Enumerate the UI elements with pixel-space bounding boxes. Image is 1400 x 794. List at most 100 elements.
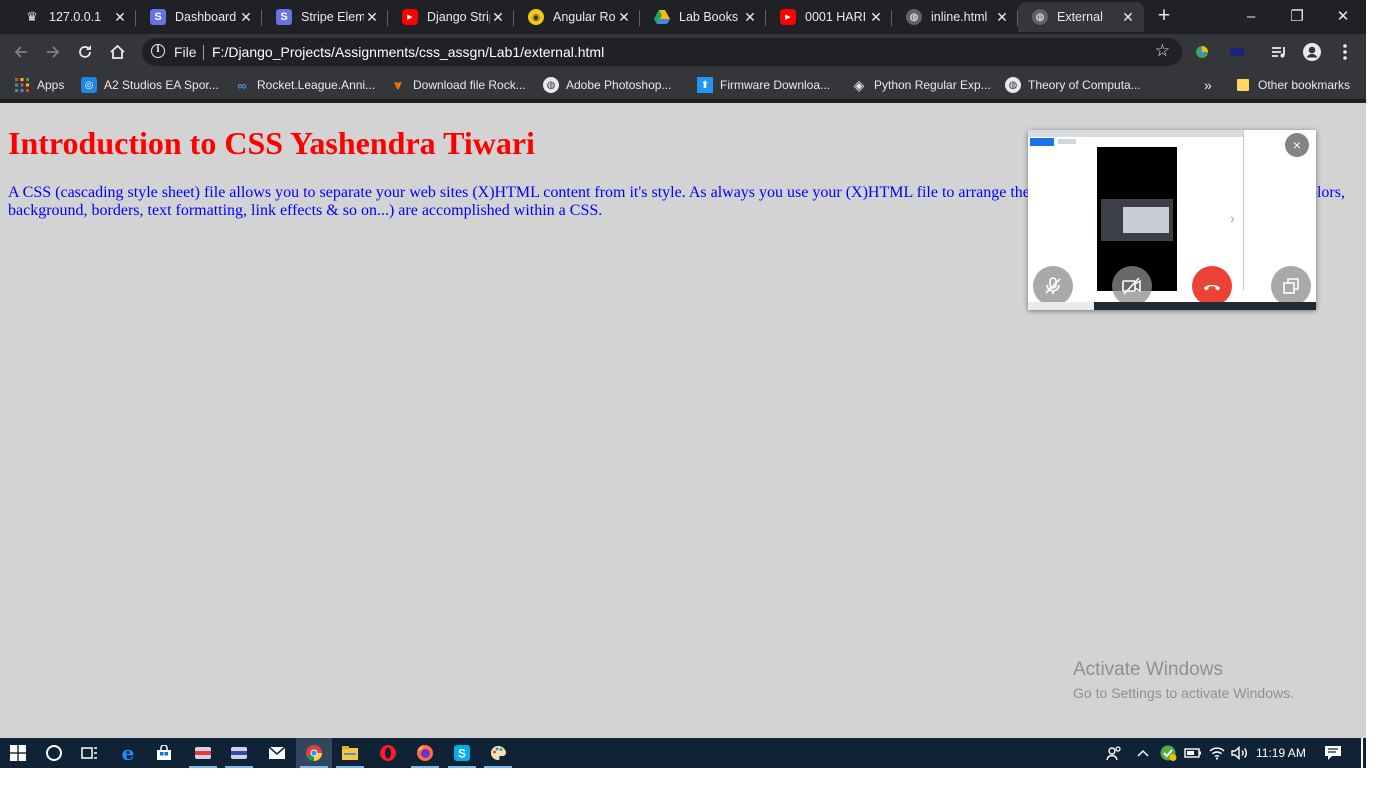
- skype-icon[interactable]: S: [444, 738, 480, 768]
- browser-window: ♛ 127.0.0.1 ✕ S Dashboard ✕ S Stripe Ele…: [0, 0, 1366, 103]
- tab-close-icon[interactable]: ✕: [616, 9, 632, 25]
- menu-kebab-icon[interactable]: [1333, 40, 1357, 64]
- tab-close-icon[interactable]: ✕: [994, 9, 1010, 25]
- bookmark-adobe-photoshop[interactable]: ◍ Adobe Photoshop...: [543, 76, 671, 94]
- address-url[interactable]: F:/Django_Projects/Assignments/css_assgn…: [212, 44, 604, 60]
- tab-close-icon[interactable]: ✕: [742, 9, 758, 25]
- apps-grid-icon: [14, 77, 30, 93]
- app-icon[interactable]: [185, 738, 221, 768]
- tab-lab-books[interactable]: Lab Books - ✕: [640, 2, 766, 32]
- tab-title: 0001 HARI: [805, 10, 867, 24]
- minimize-button[interactable]: –: [1228, 0, 1274, 32]
- globe-icon: ◍: [1032, 9, 1048, 25]
- tab-close-icon[interactable]: ✕: [1120, 9, 1136, 25]
- info-icon[interactable]: i: [151, 44, 165, 58]
- bookmarks-bar: Apps ◎ A2 Studios EA Spor... ∞ Rocket.Le…: [0, 70, 1366, 100]
- show-hidden-icons-chevron-up-icon[interactable]: [1133, 738, 1153, 768]
- globe-icon: ◍: [1005, 77, 1021, 93]
- taskbar-clock[interactable]: 11:19 AM: [1256, 746, 1306, 760]
- tab-external[interactable]: ◍ External ✕: [1018, 2, 1144, 32]
- tab-stripe-elements[interactable]: S Stripe Elem ✕: [262, 2, 388, 32]
- tab-title: External: [1057, 10, 1103, 24]
- close-call-window-button[interactable]: ×: [1285, 133, 1309, 157]
- cortana-icon[interactable]: [36, 738, 72, 768]
- bookmark-label: Download file Rock...: [413, 78, 526, 92]
- camera-off-icon: [1122, 277, 1141, 295]
- store-icon[interactable]: [146, 738, 182, 768]
- task-view-icon[interactable]: [72, 738, 108, 768]
- page-title: Introduction to CSS Yashendra Tiwari: [8, 125, 535, 161]
- bookmark-theory-of-computation[interactable]: ◍ Theory of Computa...: [1005, 76, 1141, 94]
- tab-0001-hari[interactable]: ▶ 0001 HARI ✕: [766, 2, 892, 32]
- tab-close-icon[interactable]: ✕: [238, 9, 254, 25]
- bookmark-rocket-league[interactable]: ∞ Rocket.League.Anni...: [234, 76, 375, 94]
- tab-close-icon[interactable]: ✕: [364, 9, 380, 25]
- tab-title: 127.0.0.1: [49, 10, 102, 24]
- reload-icon[interactable]: [72, 39, 98, 65]
- bookmark-a2-studios[interactable]: ◎ A2 Studios EA Spor...: [81, 76, 219, 94]
- bookmarks-overflow-button[interactable]: »: [1204, 76, 1212, 94]
- youtube-icon: ▶: [402, 9, 418, 25]
- browser-toolbar: i File F:/Django_Projects/Assignments/cs…: [0, 34, 1366, 70]
- new-tab-button[interactable]: +: [1153, 5, 1175, 28]
- hang-up-button[interactable]: [1192, 266, 1232, 306]
- address-bar[interactable]: i File F:/Django_Projects/Assignments/cs…: [142, 38, 1182, 66]
- start-icon[interactable]: [0, 738, 36, 768]
- tab-title: Django Strip: [427, 10, 490, 24]
- tab-127-0-0-1[interactable]: ♛ 127.0.0.1 ✕: [10, 2, 136, 32]
- action-center-icon[interactable]: [1322, 738, 1344, 768]
- mail-icon[interactable]: [259, 738, 295, 768]
- popout-icon: [1283, 278, 1299, 294]
- security-shield-icon[interactable]: [1157, 738, 1179, 768]
- tab-close-icon[interactable]: ✕: [490, 9, 506, 25]
- bookmark-apps[interactable]: Apps: [14, 76, 64, 94]
- media-controls-icon[interactable]: [1267, 40, 1291, 64]
- close-window-button[interactable]: ✕: [1320, 0, 1366, 32]
- tab-dashboard[interactable]: S Dashboard ✕: [136, 2, 262, 32]
- app-icon[interactable]: [221, 738, 257, 768]
- tab-close-icon[interactable]: ✕: [112, 9, 128, 25]
- profile-avatar-icon[interactable]: [1300, 40, 1324, 64]
- tab-title: inline.html: [931, 10, 988, 24]
- globe-icon: ◍: [906, 9, 922, 25]
- tab-inline-html[interactable]: ◍ inline.html ✕: [892, 2, 1018, 32]
- chevron-right-icon: ›: [1230, 210, 1235, 226]
- file-explorer-icon[interactable]: [332, 738, 368, 768]
- camera-off-button[interactable]: [1112, 266, 1152, 306]
- tab-title: Lab Books -: [679, 10, 742, 24]
- tab-angular-routing[interactable]: ◉ Angular Ro ✕: [514, 2, 640, 32]
- tab-close-icon[interactable]: ✕: [868, 9, 884, 25]
- bookmark-python-regex[interactable]: ◈ Python Regular Exp...: [851, 76, 991, 94]
- bookmark-label: Firmware Downloa...: [720, 78, 831, 92]
- popout-button[interactable]: [1271, 266, 1311, 306]
- chrome-icon[interactable]: [296, 738, 332, 768]
- edge-icon[interactable]: e: [110, 738, 146, 768]
- bookmark-firmware-download[interactable]: ⬆ Firmware Downloa...: [697, 76, 830, 94]
- google-drive-icon: [654, 9, 670, 25]
- opera-icon[interactable]: [370, 738, 406, 768]
- tab-django-stripe[interactable]: ▶ Django Strip ✕: [388, 2, 514, 32]
- back-icon[interactable]: [8, 39, 34, 65]
- volume-icon[interactable]: [1229, 738, 1251, 768]
- firefox-icon[interactable]: [407, 738, 443, 768]
- other-bookmarks-folder[interactable]: Other bookmarks: [1235, 76, 1350, 94]
- bookmark-download-file[interactable]: ⩔ Download file Rock...: [390, 76, 526, 94]
- people-icon[interactable]: [1103, 738, 1125, 768]
- mic-off-button[interactable]: [1033, 266, 1073, 306]
- star-icon[interactable]: ☆: [1155, 41, 1170, 61]
- forward-icon[interactable]: [40, 39, 66, 65]
- globe-icon: ◍: [543, 77, 559, 93]
- show-desktop-button[interactable]: [1361, 738, 1363, 768]
- paint-icon[interactable]: [480, 738, 516, 768]
- video-call-window[interactable]: › ×: [1028, 130, 1316, 310]
- bookmark-label: A2 Studios EA Spor...: [104, 78, 219, 92]
- wifi-icon[interactable]: [1206, 738, 1228, 768]
- battery-icon[interactable]: [1182, 738, 1204, 768]
- restore-button[interactable]: ❐: [1274, 0, 1320, 32]
- screenshot-margin: [0, 768, 1400, 794]
- stripe-icon: S: [150, 9, 166, 25]
- extension-icon[interactable]: [1225, 40, 1249, 64]
- extension-colorful-icon[interactable]: [1190, 40, 1214, 64]
- home-icon[interactable]: [104, 39, 130, 65]
- mic-off-icon: [1045, 277, 1061, 294]
